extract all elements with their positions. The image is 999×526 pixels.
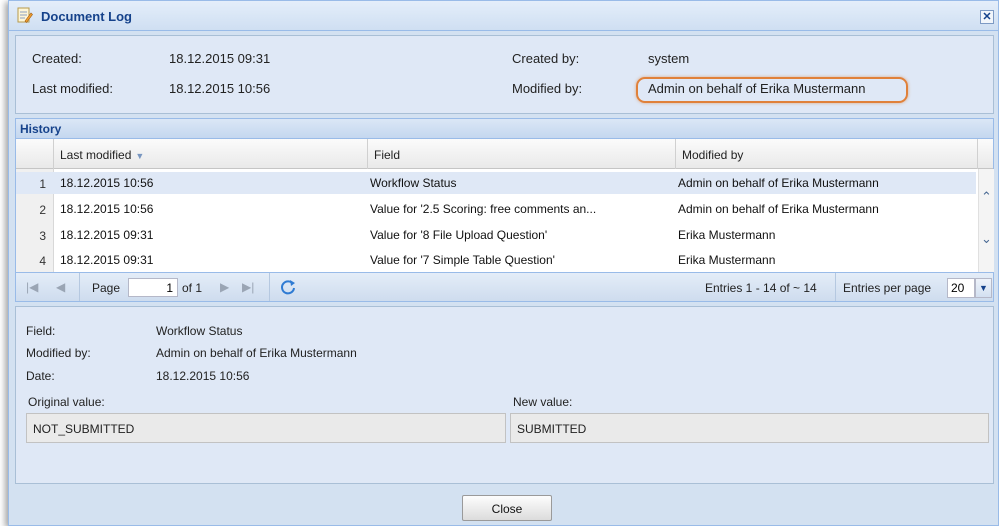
cell-field: Workflow Status [370,176,457,190]
close-button[interactable]: Close [462,495,552,521]
column-header-field[interactable]: Field [368,139,676,169]
grid-header: Last modified ▼ Field Modified by [16,139,993,169]
row-number: 4 [39,254,46,268]
separator [835,273,836,301]
column-modified-by-label: Modified by [682,148,744,162]
title-bar[interactable]: Document Log ✕ [9,1,998,31]
scroll-down-icon[interactable]: ⌄ [981,231,992,247]
row-number: 2 [39,203,46,217]
new-value-label: New value: [513,395,573,409]
new-value-field: SUBMITTED [510,413,989,443]
created-by-value: system [648,51,690,66]
paging-toolbar: |◀ ◀ Page 1 of 1 ▶ ▶| Entries 1 - 14 of … [15,272,994,302]
sort-desc-icon: ▼ [135,151,145,161]
cell-field: Value for '7 Simple Table Question' [370,253,555,267]
prev-page-icon[interactable]: ◀ [56,280,65,294]
rownum-header [16,139,54,169]
cell-field: Value for '2.5 Scoring: free comments an… [370,202,597,216]
history-grid: Last modified ▼ Field Modified by 1 18.12… [15,139,994,272]
separator [79,273,80,301]
original-value-field: NOT_SUBMITTED [26,413,506,443]
last-modified-value: 18.12.2015 10:56 [169,81,271,96]
table-row[interactable]: 1 18.12.2015 10:56 Workflow Status Admin… [16,172,976,194]
table-row[interactable]: 3 18.12.2015 09:31 Value for '8 File Upl… [16,224,976,246]
scroll-up-icon[interactable]: ⌃ [981,189,992,205]
detail-modified-by-label: Modified by: [26,346,91,360]
cell-date: 18.12.2015 09:31 [60,228,154,242]
cell-modified-by: Admin on behalf of Erika Mustermann [678,176,879,190]
refresh-icon[interactable] [279,278,297,296]
cell-date: 18.12.2015 10:56 [60,176,154,190]
column-header-last-modified[interactable]: Last modified ▼ [54,139,368,169]
detail-field-value: Workflow Status [156,324,243,338]
cell-field: Value for '8 File Upload Question' [370,228,548,242]
first-page-icon[interactable]: |◀ [26,280,38,294]
original-value-label: Original value: [28,395,105,409]
cell-modified-by: Erika Mustermann [678,253,776,267]
document-info-panel: Created: 18.12.2015 09:31 Last modified:… [15,35,994,114]
modified-by-highlight [636,77,908,103]
grid-scrollbar[interactable]: ⌃ ⌄ [978,169,994,272]
created-value: 18.12.2015 09:31 [169,51,271,66]
chevron-down-icon[interactable]: ▼ [975,278,992,298]
document-edit-icon [17,7,33,23]
next-page-icon[interactable]: ▶ [220,280,229,294]
table-row[interactable]: 2 18.12.2015 10:56 Value for '2.5 Scorin… [16,198,976,220]
column-last-modified-label: Last modified [60,148,132,162]
cell-modified-by: Admin on behalf of Erika Mustermann [678,202,879,216]
cell-modified-by: Erika Mustermann [678,228,776,242]
dialog-title: Document Log [41,9,132,24]
history-header: History [15,118,994,139]
detail-date-value: 18.12.2015 10:56 [156,369,250,383]
modified-by-label: Modified by: [512,81,583,96]
entries-per-page-select[interactable]: 20 [947,278,975,298]
created-label: Created: [32,51,82,66]
last-modified-label: Last modified: [32,81,113,96]
change-detail-panel: Field: Workflow Status Modified by: Admi… [15,306,994,484]
document-log-dialog: Document Log ✕ Created: 18.12.2015 09:31… [8,0,999,526]
page-label: Page [92,281,121,295]
table-row[interactable]: 4 18.12.2015 09:31 Value for '7 Simple T… [16,249,976,271]
column-field-label: Field [374,148,401,162]
cell-date: 18.12.2015 09:31 [60,253,154,267]
last-page-icon[interactable]: ▶| [242,280,254,294]
row-number: 1 [39,177,46,191]
detail-date-label: Date: [26,369,55,383]
entries-info: Entries 1 - 14 of ~ 14 [705,281,817,295]
row-number: 3 [39,229,46,243]
column-header-modified-by[interactable]: Modified by [676,139,978,169]
cell-date: 18.12.2015 10:56 [60,202,154,216]
detail-field-label: Field: [26,324,56,338]
detail-modified-by-value: Admin on behalf of Erika Mustermann [156,346,357,360]
close-icon[interactable]: ✕ [980,10,994,24]
separator [269,273,270,301]
entries-per-page-label: Entries per page [843,281,932,295]
created-by-label: Created by: [512,51,580,66]
page-number-input[interactable]: 1 [128,278,178,297]
page-of-label: of 1 [182,281,203,295]
